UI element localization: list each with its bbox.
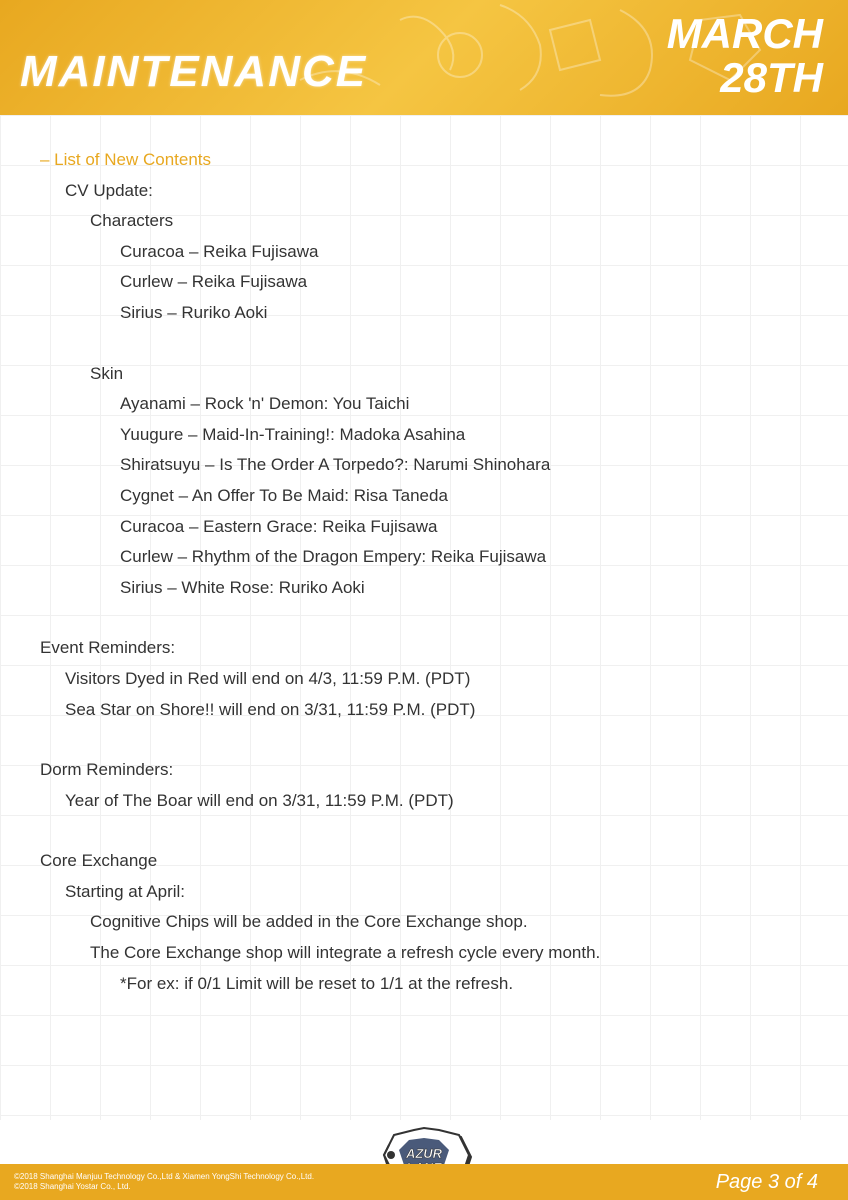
skin-item: Yuugure – Maid-In-Training!: Madoka Asah…	[40, 420, 808, 451]
skin-item: Curlew – Rhythm of the Dragon Empery: Re…	[40, 542, 808, 573]
event-reminder-item: Visitors Dyed in Red will end on 4/3, 11…	[40, 664, 808, 695]
event-reminder-item: Sea Star on Shore!! will end on 3/31, 11…	[40, 695, 808, 726]
dorm-reminder-item: Year of The Boar will end on 3/31, 11:59…	[40, 786, 808, 817]
date-month: MARCH	[667, 12, 823, 56]
footer: AZUR LANE ©2018 Shanghai Manjuu Technolo…	[0, 1120, 848, 1200]
content-body: – List of New Contents CV Update: Charac…	[0, 115, 848, 1120]
copyright-line: ©2018 Shanghai Yostar Co., Ltd.	[14, 1182, 314, 1192]
dorm-reminders-label: Dorm Reminders:	[40, 755, 808, 786]
svg-text:AZUR: AZUR	[405, 1146, 443, 1161]
cv-update-label: CV Update:	[40, 176, 808, 207]
character-item: Curacoa – Reika Fujisawa	[40, 237, 808, 268]
copyright-line: ©2018 Shanghai Manjuu Technology Co.,Ltd…	[14, 1172, 314, 1182]
event-reminders-label: Event Reminders:	[40, 633, 808, 664]
core-exchange-item: The Core Exchange shop will integrate a …	[40, 938, 808, 969]
page-number: Page 3 of 4	[716, 1171, 818, 1194]
skin-item: Sirius – White Rose: Ruriko Aoki	[40, 573, 808, 604]
core-exchange-note: *For ex: if 0/1 Limit will be reset to 1…	[40, 969, 808, 1000]
copyright-text: ©2018 Shanghai Manjuu Technology Co.,Ltd…	[14, 1172, 314, 1193]
date-day: 28TH	[667, 56, 823, 100]
footer-bar: ©2018 Shanghai Manjuu Technology Co.,Ltd…	[0, 1164, 848, 1200]
core-exchange-item: Cognitive Chips will be added in the Cor…	[40, 907, 808, 938]
character-item: Sirius – Ruriko Aoki	[40, 298, 808, 329]
skin-item: Curacoa – Eastern Grace: Reika Fujisawa	[40, 512, 808, 543]
maintenance-title: MAINTENANCE	[20, 47, 367, 97]
maintenance-date: MARCH 28TH	[667, 12, 823, 100]
character-item: Curlew – Reika Fujisawa	[40, 267, 808, 298]
core-exchange-sub: Starting at April:	[40, 877, 808, 908]
skin-item: Ayanami – Rock 'n' Demon: You Taichi	[40, 389, 808, 420]
skin-item: Cygnet – An Offer To Be Maid: Risa Taned…	[40, 481, 808, 512]
header-banner: MAINTENANCE MARCH 28TH	[0, 0, 848, 115]
core-exchange-label: Core Exchange	[40, 846, 808, 877]
section-title: – List of New Contents	[40, 145, 808, 176]
skin-label: Skin	[40, 359, 808, 390]
characters-label: Characters	[40, 206, 808, 237]
skin-item: Shiratsuyu – Is The Order A Torpedo?: Na…	[40, 450, 808, 481]
